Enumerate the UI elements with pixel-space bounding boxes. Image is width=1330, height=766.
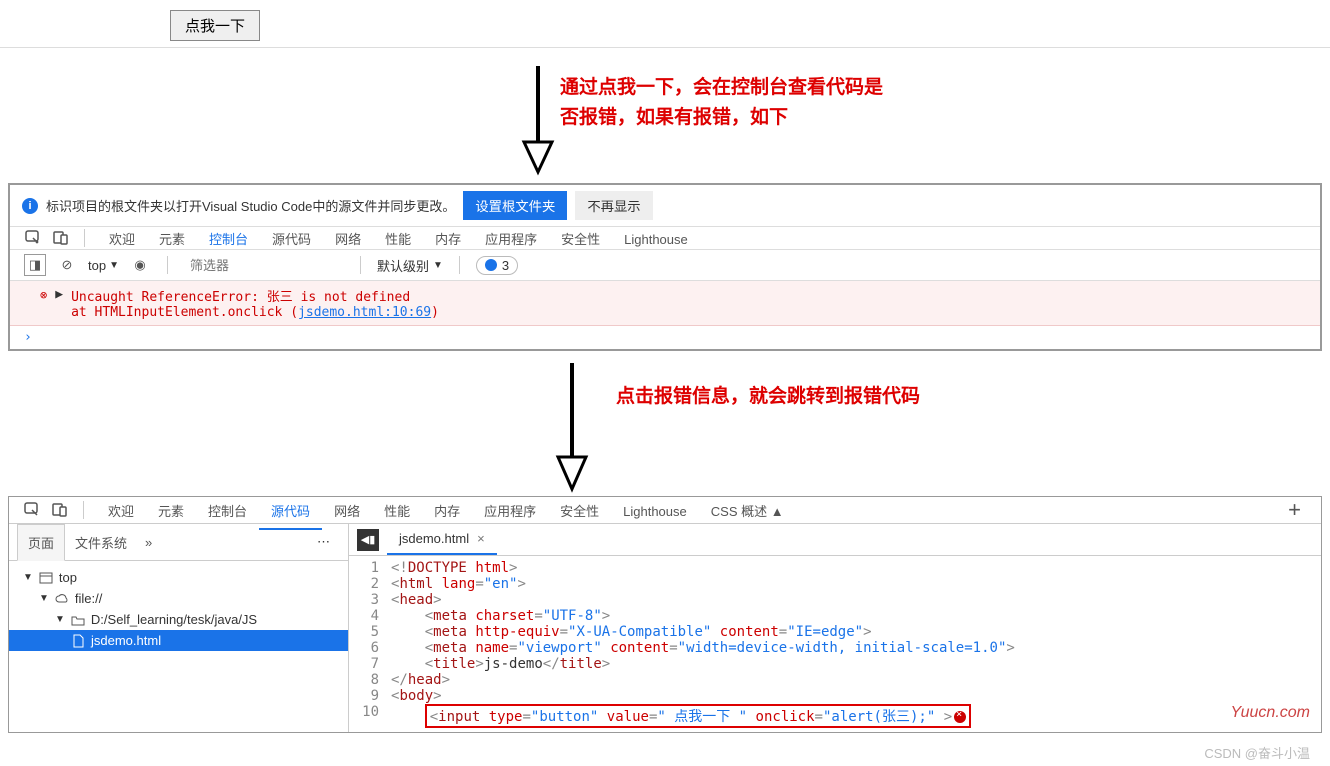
inspect-icon[interactable]: [22, 227, 44, 249]
tab-5[interactable]: 性能: [372, 495, 422, 528]
tab-6[interactable]: 内存: [422, 495, 472, 528]
tab-2[interactable]: 控制台: [196, 495, 259, 528]
tab-3[interactable]: 源代码: [260, 223, 323, 256]
more-tabs-button[interactable]: +: [1280, 497, 1309, 523]
toggle-sidebar-icon[interactable]: ◨: [24, 254, 46, 276]
sources-sidebar: 页面 文件系统 » ⋯ ▼ top ▼ file:// ▼ D:/Self_le…: [9, 524, 349, 732]
tree-node-file-scheme[interactable]: ▼ file://: [9, 588, 348, 609]
demo-button[interactable]: 点我一下: [170, 10, 260, 41]
sub-tab-filesystem[interactable]: 文件系统: [65, 525, 137, 560]
inspect-icon[interactable]: [21, 499, 43, 521]
code-editor: ◀▮ jsdemo.html× 1<!DOCTYPE html>2<html l…: [349, 524, 1321, 732]
more-options-icon[interactable]: ⋯: [309, 530, 340, 554]
set-root-folder-button[interactable]: 设置根文件夹: [463, 191, 567, 220]
annotation-text: 通过点我一下，会在控制台查看代码是: [560, 73, 883, 103]
tab-9[interactable]: Lighthouse: [612, 223, 700, 256]
device-toggle-icon[interactable]: [49, 499, 71, 521]
tab-0[interactable]: 欢迎: [96, 495, 146, 528]
tree-node-file[interactable]: jsdemo.html: [9, 630, 348, 651]
tab-4[interactable]: 网络: [322, 495, 372, 528]
tab-0[interactable]: 欢迎: [97, 223, 147, 256]
notice-text: 标识项目的根文件夹以打开Visual Studio Code中的源文件并同步更改…: [46, 196, 455, 215]
console-error-message[interactable]: ⊗ ▶ Uncaught ReferenceError: 张三 is not d…: [10, 281, 1320, 326]
code-line[interactable]: 9<body>: [349, 688, 1321, 704]
toggle-navigator-icon[interactable]: ◀▮: [357, 529, 379, 551]
code-line[interactable]: 3<head>: [349, 592, 1321, 608]
code-line[interactable]: 7 <title>js-demo</title>: [349, 656, 1321, 672]
issues-counter[interactable]: 3: [476, 256, 518, 275]
context-selector[interactable]: top ▼: [88, 258, 119, 273]
tab-5[interactable]: 性能: [373, 223, 423, 256]
code-content[interactable]: 1<!DOCTYPE html>2<html lang="en">3<head>…: [349, 556, 1321, 732]
more-sub-tabs-icon[interactable]: »: [137, 531, 160, 554]
tree-node-dir[interactable]: ▼ D:/Self_learning/tesk/java/JS: [9, 609, 348, 630]
code-line[interactable]: 4 <meta charset="UTF-8">: [349, 608, 1321, 624]
tab-9[interactable]: Lighthouse: [611, 495, 699, 528]
filter-input[interactable]: [184, 255, 344, 276]
devtools-console-panel: i 标识项目的根文件夹以打开Visual Studio Code中的源文件并同步…: [8, 183, 1322, 351]
tab-10[interactable]: CSS 概述 ▲: [699, 495, 796, 528]
notice-bar: i 标识项目的根文件夹以打开Visual Studio Code中的源文件并同步…: [10, 185, 1320, 227]
sub-tab-page[interactable]: 页面: [17, 524, 65, 561]
tab-4[interactable]: 网络: [323, 223, 373, 256]
cloud-icon: [55, 592, 69, 606]
arrow-down-icon: [518, 66, 558, 176]
code-line[interactable]: 10 <input type="button" value=" 点我一下 " o…: [349, 704, 1321, 728]
annotation-1: 通过点我一下，会在控制台查看代码是 否报错，如果有报错，如下: [0, 48, 1330, 183]
annotation-text: 点击报错信息，就会跳转到报错代码: [616, 381, 920, 408]
credit-text: CSDN @奋斗小温: [1204, 743, 1310, 762]
clear-console-icon[interactable]: ⊘: [56, 254, 78, 276]
annotation-2: 点击报错信息，就会跳转到报错代码: [0, 351, 1330, 496]
code-line[interactable]: 5 <meta http-equiv="X-UA-Compatible" con…: [349, 624, 1321, 640]
watermark: Yuucn.com: [1231, 704, 1310, 722]
code-line[interactable]: 1<!DOCTYPE html>: [349, 560, 1321, 576]
tree-node-top[interactable]: ▼ top: [9, 567, 348, 588]
tab-1[interactable]: 元素: [146, 495, 196, 528]
tab-8[interactable]: 安全性: [548, 495, 611, 528]
live-expression-icon[interactable]: ◉: [129, 254, 151, 276]
device-toggle-icon[interactable]: [50, 227, 72, 249]
tab-7[interactable]: 应用程序: [472, 495, 548, 528]
rendered-page: 点我一下: [0, 0, 1330, 48]
tab-8[interactable]: 安全性: [549, 223, 612, 256]
file-icon: [71, 634, 85, 648]
code-line[interactable]: 2<html lang="en">: [349, 576, 1321, 592]
error-icon: ⊗: [40, 288, 47, 302]
error-source-link[interactable]: jsdemo.html:10:69: [298, 305, 431, 320]
expand-caret-icon[interactable]: ▶: [55, 287, 63, 302]
tab-2[interactable]: 控制台: [197, 223, 260, 258]
devtools-tab-bar: 欢迎元素控制台源代码网络性能内存应用程序安全性Lighthouse: [10, 227, 1320, 250]
window-icon: [39, 571, 53, 585]
log-level-selector[interactable]: 默认级别 ▼: [377, 256, 443, 275]
tab-7[interactable]: 应用程序: [473, 223, 549, 256]
tab-6[interactable]: 内存: [423, 223, 473, 256]
close-icon[interactable]: ×: [477, 531, 485, 546]
info-icon: i: [22, 198, 38, 214]
devtools-sources-panel: 欢迎元素控制台源代码网络性能内存应用程序安全性LighthouseCSS 概述 …: [8, 496, 1322, 733]
folder-icon: [71, 613, 85, 627]
annotation-text: 否报错，如果有报错，如下: [560, 103, 883, 133]
code-line[interactable]: 8</head>: [349, 672, 1321, 688]
file-tab[interactable]: jsdemo.html×: [387, 524, 497, 555]
tab-1[interactable]: 元素: [147, 223, 197, 256]
dismiss-button[interactable]: 不再显示: [575, 191, 652, 220]
arrow-down-icon: [552, 363, 592, 493]
code-line[interactable]: 6 <meta name="viewport" content="width=d…: [349, 640, 1321, 656]
file-tree: ▼ top ▼ file:// ▼ D:/Self_learning/tesk/…: [9, 561, 348, 657]
console-prompt[interactable]: ›: [10, 326, 1320, 349]
devtools-tab-bar: 欢迎元素控制台源代码网络性能内存应用程序安全性LighthouseCSS 概述 …: [9, 497, 1321, 524]
